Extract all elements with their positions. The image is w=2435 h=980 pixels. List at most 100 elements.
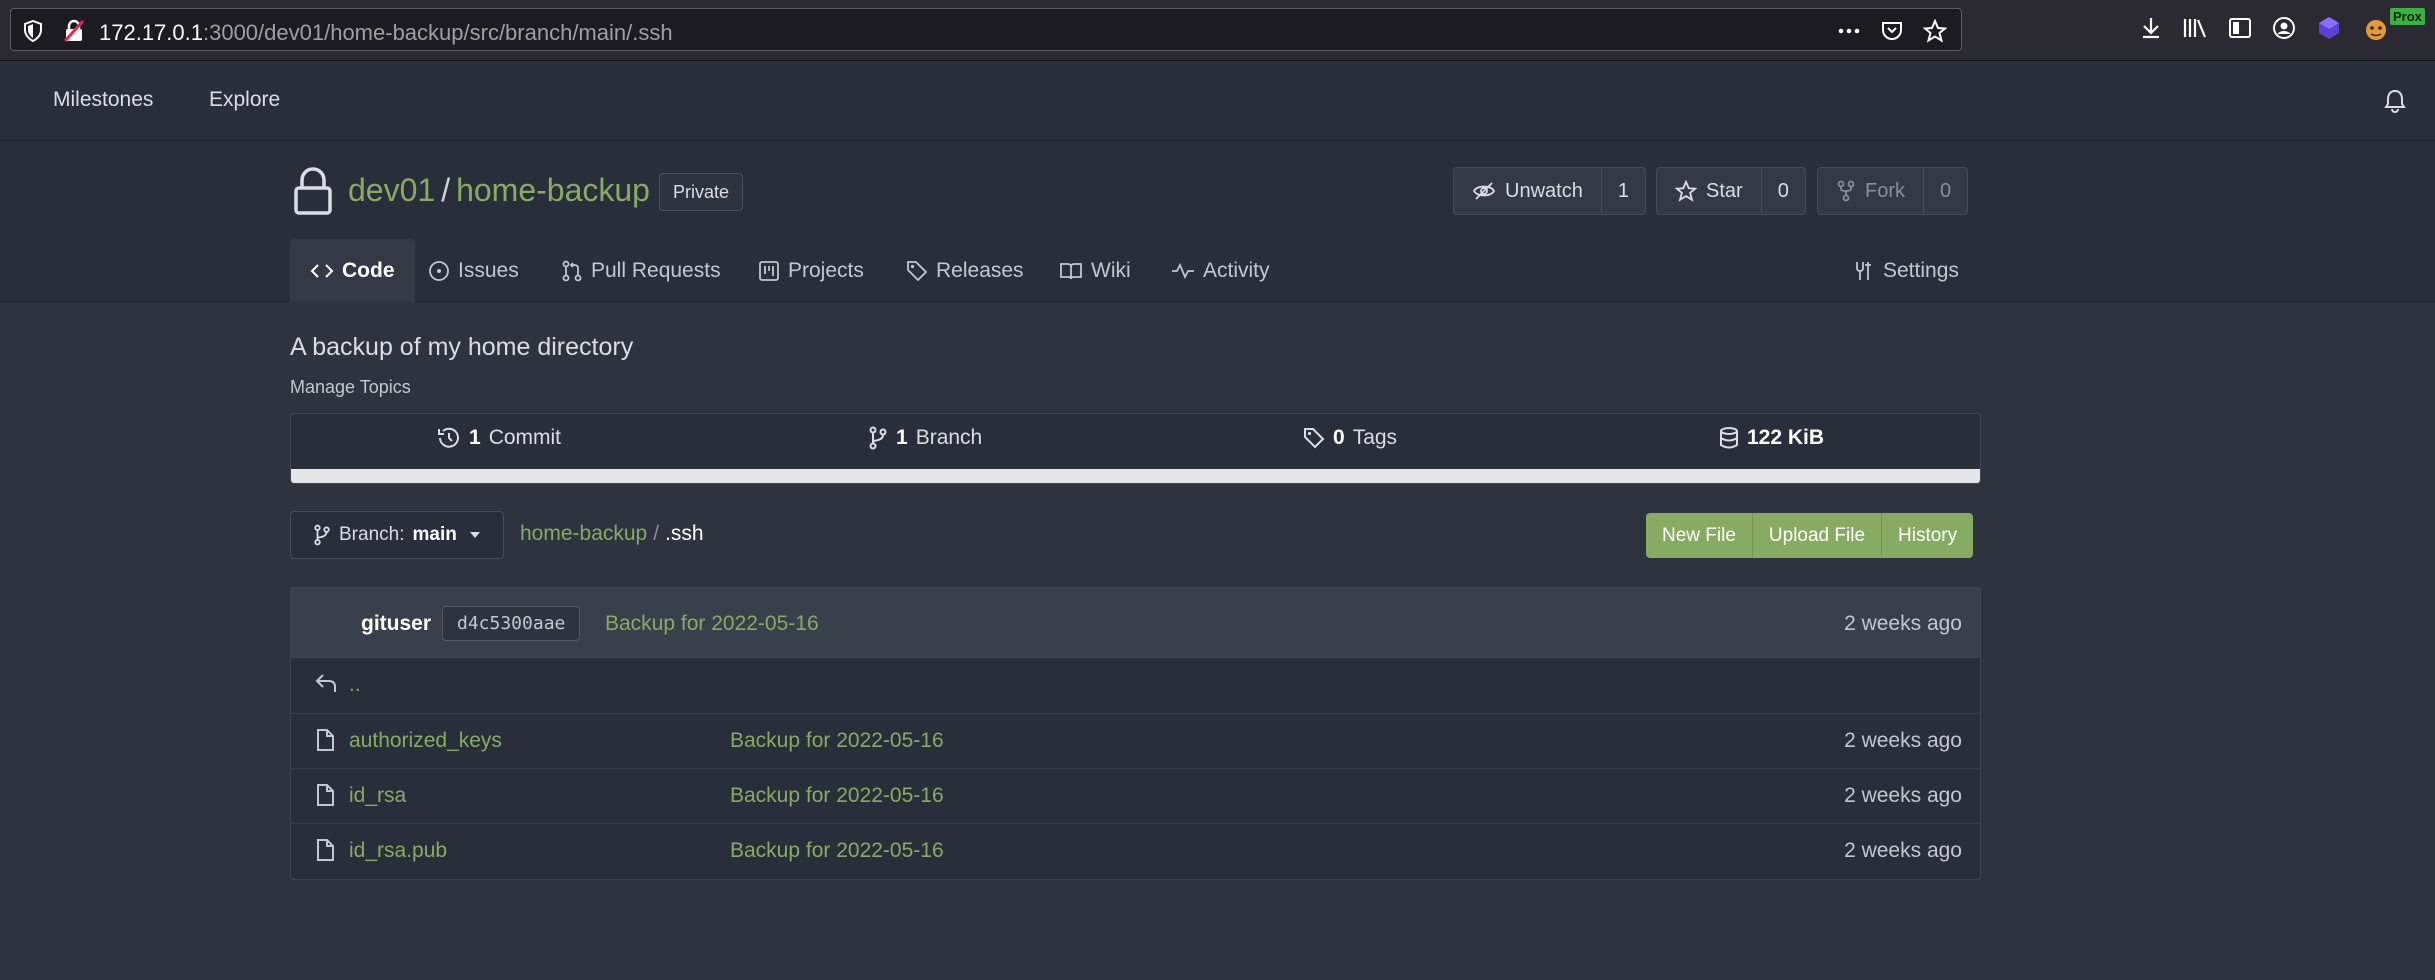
more-actions-icon[interactable] [1837, 20, 1861, 42]
fork-icon [1837, 180, 1855, 202]
tab-code[interactable]: Code [290, 239, 415, 302]
watch-count[interactable]: 1 [1602, 168, 1645, 214]
branches-stat[interactable]: 1 Branch [868, 426, 982, 450]
file-row[interactable]: authorized_keys Backup for 2022-05-16 2 … [291, 713, 1980, 768]
breadcrumb-current: .ssh [665, 522, 704, 545]
tag-icon [907, 260, 928, 281]
file-name-link[interactable]: authorized_keys [349, 729, 502, 753]
file-row[interactable]: id_rsa.pub Backup for 2022-05-16 2 weeks… [291, 823, 1980, 878]
size-stat: 122 KiB [1719, 426, 1824, 450]
manage-topics-link[interactable]: Manage Topics [290, 377, 411, 398]
caret-down-icon [469, 532, 480, 538]
tab-activity[interactable]: Activity [1171, 239, 1270, 302]
tab-activity-label: Activity [1203, 258, 1270, 282]
code-icon [310, 263, 334, 278]
tab-projects-label: Projects [788, 258, 864, 282]
branch-name: main [412, 524, 457, 545]
database-icon [1720, 427, 1738, 449]
unwatch-label: Unwatch [1505, 179, 1583, 202]
file-actions: New File Upload File History [1646, 513, 1974, 558]
language-bar [291, 469, 1980, 483]
library-icon[interactable] [2182, 16, 2208, 40]
file-table: gituser d4c5300aae Backup for 2022-05-16… [290, 587, 1981, 880]
tab-projects[interactable]: Projects [758, 239, 864, 302]
url-bar[interactable]: 172.17.0.1:3000/dev01/home-backup/src/br… [10, 8, 1962, 51]
watch-button-group: Unwatch 1 [1453, 167, 1646, 215]
private-badge: Private [659, 173, 744, 211]
breadcrumb: home-backup / .ssh [520, 522, 704, 546]
commits-stat[interactable]: 1 Commit [437, 426, 561, 450]
commits-count: 1 [469, 426, 481, 449]
account-icon[interactable] [2272, 16, 2296, 40]
tab-code-label: Code [342, 258, 395, 282]
parent-dir-link[interactable]: .. [349, 673, 361, 697]
history-button[interactable]: History [1882, 513, 1973, 558]
unwatch-button[interactable]: Unwatch [1454, 168, 1602, 214]
commits-label: Commit [488, 426, 562, 449]
commit-sha[interactable]: d4c5300aae [442, 606, 581, 641]
extension-cube-icon[interactable] [2316, 15, 2342, 41]
repo-title-separator: / [441, 172, 451, 208]
project-board-icon [759, 260, 779, 281]
fork-button-group: Fork 0 [1817, 167, 1969, 215]
file-row[interactable]: id_rsa Backup for 2022-05-16 2 weeks ago [291, 768, 1980, 823]
tab-releases[interactable]: Releases [906, 239, 1024, 302]
breadcrumb-root-link[interactable]: home-backup [520, 522, 647, 545]
sidebar-icon[interactable] [2228, 17, 2252, 39]
star-label: Star [1706, 179, 1743, 202]
file-commit-message[interactable]: Backup for 2022-05-16 [730, 784, 944, 808]
tab-pull-requests[interactable]: Pull Requests [561, 239, 721, 302]
repo-name-link[interactable]: home-backup [456, 172, 650, 208]
new-file-button[interactable]: New File [1646, 513, 1753, 558]
tab-settings[interactable]: Settings [1853, 239, 1959, 302]
pull-request-icon [562, 260, 582, 281]
tab-wiki-label: Wiki [1091, 258, 1131, 282]
private-lock-icon [292, 166, 334, 216]
star-count[interactable]: 0 [1762, 168, 1805, 214]
proxy-extension-badge: Prox [2390, 8, 2425, 25]
fork-count[interactable]: 0 [1924, 168, 1967, 214]
bookmark-star-icon[interactable] [1923, 19, 1947, 43]
app-navbar: Milestones Explore [0, 61, 2435, 141]
star-button[interactable]: Star [1657, 168, 1762, 214]
tab-settings-label: Settings [1883, 258, 1959, 282]
repo-title: dev01/home-backup [348, 172, 650, 209]
file-commit-message[interactable]: Backup for 2022-05-16 [730, 839, 944, 863]
url-text[interactable]: 172.17.0.1:3000/dev01/home-backup/src/br… [99, 20, 673, 46]
commit-message[interactable]: Backup for 2022-05-16 [605, 612, 819, 636]
file-name-link[interactable]: id_rsa [349, 784, 406, 808]
nav-milestones[interactable]: Milestones [53, 88, 153, 112]
tab-wiki[interactable]: Wiki [1059, 239, 1131, 302]
tag-icon [1304, 428, 1325, 449]
file-commit-message[interactable]: Backup for 2022-05-16 [730, 729, 944, 753]
file-name-link[interactable]: id_rsa.pub [349, 839, 447, 863]
url-path: :3000/dev01/home-backup/src/branch/main/… [202, 20, 673, 45]
branch-selector[interactable]: Branch: main [290, 511, 504, 559]
pocket-icon[interactable] [1881, 20, 1903, 42]
history-icon [438, 427, 459, 448]
upload-file-button[interactable]: Upload File [1753, 513, 1883, 558]
shield-icon[interactable] [23, 20, 43, 42]
proxy-extension-icon[interactable] [2362, 15, 2390, 41]
file-time: 2 weeks ago [1844, 784, 1962, 807]
parent-dir-row[interactable]: .. [291, 658, 1980, 713]
latest-commit: gituser d4c5300aae Backup for 2022-05-16… [291, 588, 1980, 658]
commit-author[interactable]: gituser [361, 612, 431, 636]
download-icon[interactable] [2140, 16, 2162, 40]
tab-issues[interactable]: Issues [428, 239, 519, 302]
tags-label: Tags [1352, 426, 1398, 449]
url-host: 172.17.0.1 [99, 20, 203, 45]
star-icon [1675, 180, 1697, 202]
level-up-icon [315, 672, 339, 694]
notification-bell-icon[interactable] [2384, 88, 2406, 114]
repo-owner-link[interactable]: dev01 [348, 172, 435, 208]
repo-size: 122 KiB [1747, 426, 1825, 449]
repo-stats: 1 Commit 1 Branch 0 Tags 122 KiB [290, 413, 1981, 484]
tab-issues-label: Issues [458, 258, 519, 282]
tags-stat[interactable]: 0 Tags [1303, 426, 1397, 450]
fork-button[interactable]: Fork [1818, 168, 1924, 214]
branch-icon [314, 524, 330, 546]
nav-explore[interactable]: Explore [209, 88, 280, 112]
tags-count: 0 [1333, 426, 1345, 449]
insecure-lock-icon[interactable] [63, 19, 85, 43]
